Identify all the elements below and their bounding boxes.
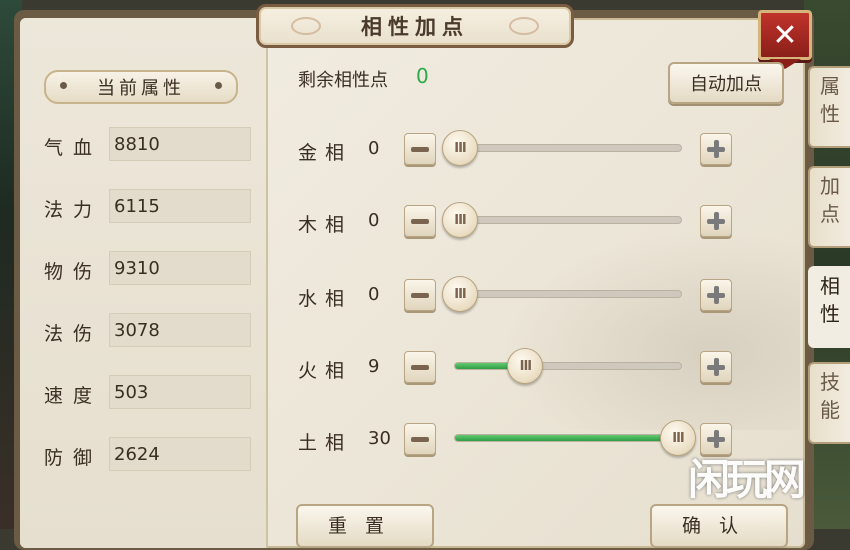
stat-value: 9310 <box>109 251 251 285</box>
auto-assign-button[interactable]: 自动加点 <box>668 62 784 104</box>
tab-skills-label: 技能 <box>820 370 840 422</box>
cloud-ornament-icon <box>291 17 321 35</box>
stat-value: 503 <box>109 375 251 409</box>
tab-attributes-label: 属性 <box>820 74 840 126</box>
affinity-label: 水相 <box>298 288 353 310</box>
stat-label: 法力 <box>44 199 103 221</box>
stat-row-speed: 速度 503 <box>44 375 254 411</box>
affinity-label: 木相 <box>298 214 353 236</box>
plus-icon <box>707 140 725 158</box>
remaining-points-value: 0 <box>416 64 429 88</box>
stat-label: 法伤 <box>44 323 103 345</box>
minus-icon <box>411 292 429 298</box>
stat-label: 速度 <box>44 385 103 407</box>
stat-row-mp: 法力 6115 <box>44 189 254 225</box>
minus-icon <box>411 364 429 370</box>
affinity-row-earth: 土相 30 III <box>298 420 738 460</box>
affinity-value: 9 <box>368 356 380 377</box>
decrease-button[interactable] <box>404 423 436 455</box>
affinity-slider-knob[interactable]: III <box>507 348 544 384</box>
stat-row-physical-damage: 物伤 9310 <box>44 251 254 287</box>
tab-affinity[interactable]: 相性 <box>808 266 850 348</box>
attributes-header-label: 当前属性 <box>97 78 185 99</box>
tab-skills[interactable]: 技能 <box>808 362 850 444</box>
cloud-ornament-icon <box>509 17 539 35</box>
remaining-points-label: 剩余相性点 <box>298 70 388 91</box>
ink-landscape-decoration <box>500 230 800 430</box>
confirm-button[interactable]: 确认 <box>650 504 788 548</box>
plus-icon <box>707 286 725 304</box>
decrease-button[interactable] <box>404 351 436 383</box>
affinity-slider-knob[interactable]: III <box>442 130 478 166</box>
affinity-slider-fill <box>455 435 681 441</box>
minus-icon <box>411 218 429 224</box>
decrease-button[interactable] <box>404 279 436 311</box>
affinity-row-fire: 火相 9 III <box>298 348 738 388</box>
affinity-row-water: 水相 0 III <box>298 276 738 316</box>
tab-add-points-label: 加点 <box>820 174 840 226</box>
stat-value: 8810 <box>109 127 251 161</box>
affinity-label: 土相 <box>298 432 353 454</box>
affinity-slider-knob[interactable]: III <box>442 202 478 238</box>
decrease-button[interactable] <box>404 205 436 237</box>
tab-affinity-label: 相性 <box>820 274 840 326</box>
affinity-value: 0 <box>368 138 380 159</box>
tab-attributes[interactable]: 属性 <box>808 66 850 148</box>
decrease-button[interactable] <box>404 133 436 165</box>
affinity-slider-track[interactable] <box>454 434 682 442</box>
current-attributes-header: 当前属性 <box>44 70 238 104</box>
watermark-logo: 闲玩网 <box>688 455 806 504</box>
stat-row-magic-damage: 法伤 3078 <box>44 313 254 349</box>
reset-button[interactable]: 重置 <box>296 504 434 548</box>
affinity-value: 30 <box>368 428 391 449</box>
affinity-value: 0 <box>368 284 380 305</box>
minus-icon <box>411 436 429 442</box>
affinity-value: 0 <box>368 210 380 231</box>
dialog-title: 相性加点 <box>361 15 469 39</box>
minus-icon <box>411 146 429 152</box>
stat-label: 防御 <box>44 447 103 469</box>
affinity-label: 金相 <box>298 142 353 164</box>
affinity-label: 火相 <box>298 360 353 382</box>
stat-value: 6115 <box>109 189 251 223</box>
affinity-slider-track[interactable] <box>454 144 682 152</box>
stat-label: 气血 <box>44 137 103 159</box>
stat-value: 3078 <box>109 313 251 347</box>
affinity-slider-track[interactable] <box>454 216 682 224</box>
affinity-row-wood: 木相 0 III <box>298 202 738 242</box>
stat-row-hp: 气血 8810 <box>44 127 254 163</box>
title-plate: 相性加点 <box>256 4 574 48</box>
plus-icon <box>707 358 725 376</box>
increase-button[interactable] <box>700 351 732 383</box>
close-icon: ✕ <box>772 17 798 53</box>
dot-icon <box>60 82 67 89</box>
dot-icon <box>215 82 222 89</box>
increase-button[interactable] <box>700 279 732 311</box>
stat-label: 物伤 <box>44 261 103 283</box>
close-button[interactable]: ✕ <box>758 10 812 69</box>
affinity-slider-track[interactable] <box>454 362 682 370</box>
affinity-slider-track[interactable] <box>454 290 682 298</box>
tab-add-points[interactable]: 加点 <box>808 166 850 248</box>
increase-button[interactable] <box>700 205 732 237</box>
plus-icon <box>707 212 725 230</box>
increase-button[interactable] <box>700 133 732 165</box>
stat-value: 2624 <box>109 437 251 471</box>
stat-row-defense: 防御 2624 <box>44 437 254 473</box>
affinity-row-metal: 金相 0 III <box>298 130 738 170</box>
affinity-slider-knob[interactable]: III <box>442 276 478 312</box>
